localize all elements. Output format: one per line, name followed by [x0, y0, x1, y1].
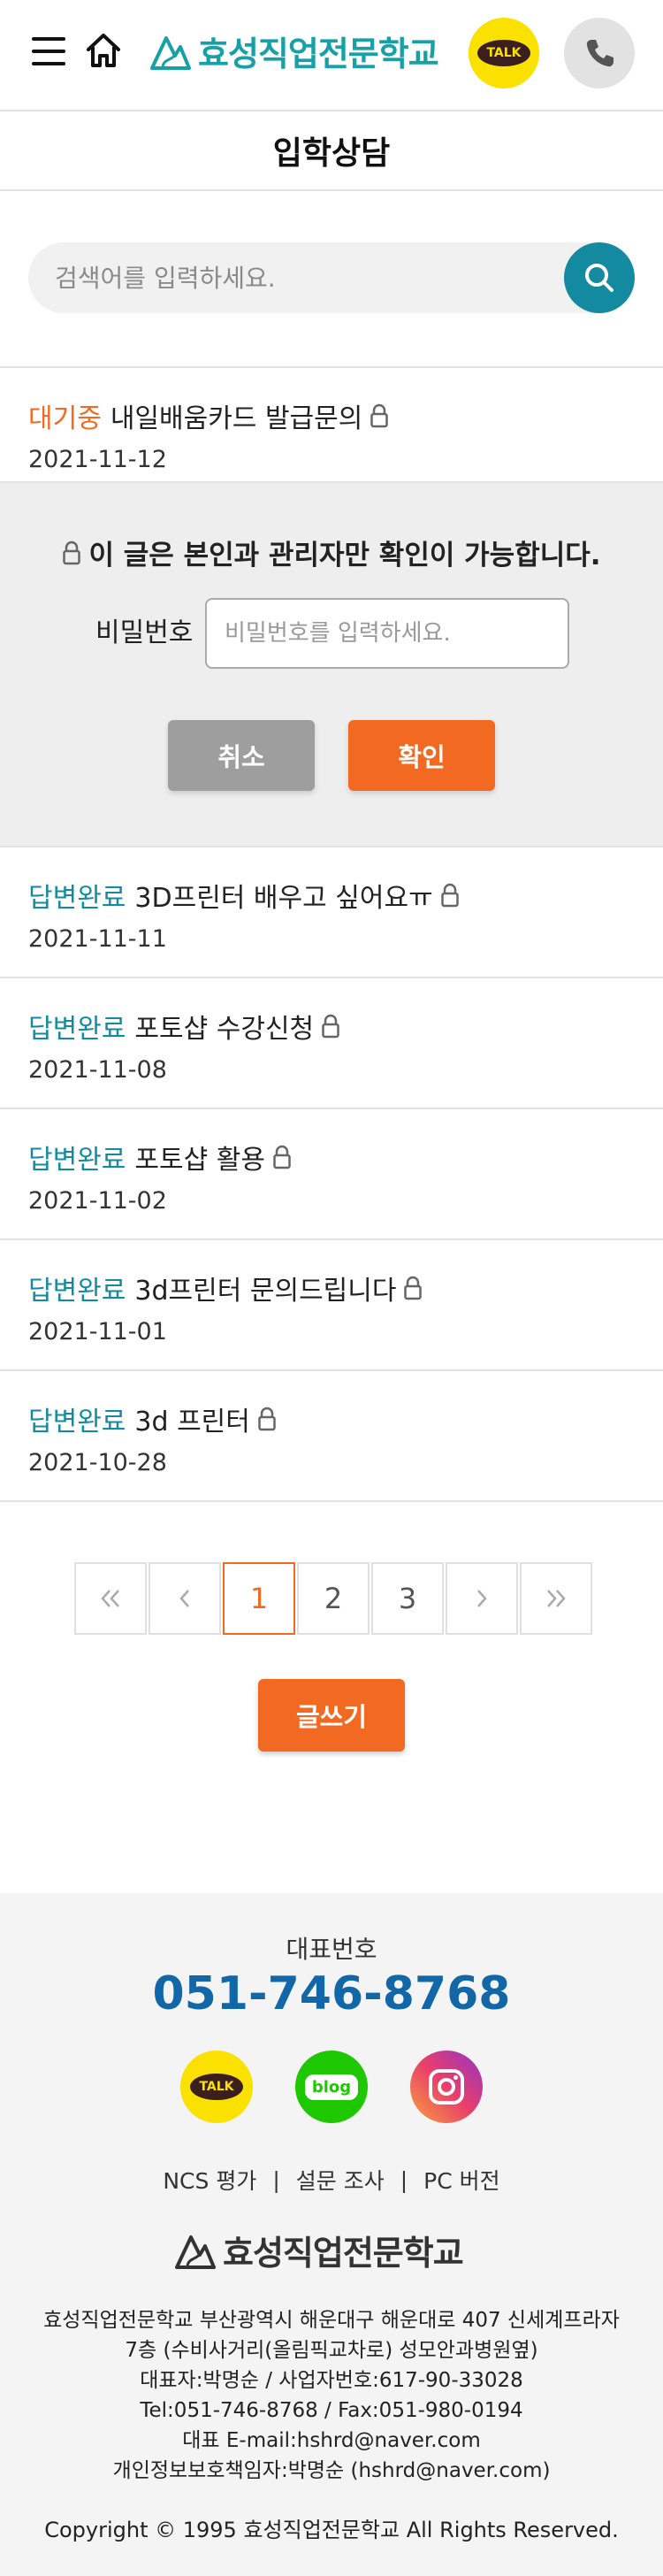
rep-phone-number[interactable]: 051-746-8768	[0, 1967, 663, 2020]
post-title[interactable]: 포토샵 수강신청	[134, 1007, 314, 1046]
footer-link-separator: |	[400, 2166, 408, 2193]
page-2-button[interactable]: 2	[297, 1562, 370, 1635]
password-input[interactable]	[205, 598, 569, 669]
post-status-badge: 답변완료	[28, 1276, 126, 1307]
post-status-badge: 답변완료	[28, 883, 126, 914]
list-item[interactable]: 답변완료 3d프린터 문의드립니다 2021-11-01	[0, 1240, 663, 1371]
logo-text: 효성직업전문학교	[198, 34, 439, 73]
phone-icon	[586, 40, 613, 67]
double-chevron-left-icon	[101, 1590, 119, 1607]
copyright: Copyright © 1995 효성직업전문학교 All Rights Res…	[44, 2518, 619, 2542]
cancel-button[interactable]: 취소	[168, 720, 315, 791]
footer-link-separator: |	[272, 2166, 280, 2193]
blog-icon: blog	[304, 2074, 359, 2100]
post-title[interactable]: 포토샵 활용	[134, 1138, 265, 1177]
logo-mark-icon	[150, 35, 191, 70]
post-status-badge: 답변완료	[28, 1014, 126, 1045]
lock-icon	[440, 883, 459, 908]
survey-link[interactable]: 설문 조사	[296, 2164, 385, 2196]
instagram-sns-button[interactable]	[410, 2051, 483, 2123]
company-info-line: Tel:051-746-8768 / Fax:051-980-0194	[140, 2399, 523, 2422]
password-panel: 이 글은 본인과 관리자만 확인이 가능합니다. 비밀번호 취소 확인	[0, 483, 663, 847]
post-title[interactable]: 3D프린터 배우고 싶어요ㅠ	[134, 876, 432, 915]
kakao-talk-icon: TALK	[477, 40, 530, 66]
company-info-line: 대표 E-mail:hshrd@naver.com	[182, 2429, 481, 2452]
rep-number-label: 대표번호	[286, 1935, 377, 1964]
pc-version-link[interactable]: PC 버전	[423, 2164, 499, 2196]
footer-logo: 효성직업전문학교	[173, 2226, 464, 2274]
footer-logo-text: 효성직업전문학교	[223, 2234, 464, 2273]
post-status-badge: 대기중	[28, 403, 102, 434]
password-notice-text: 이 글은 본인과 관리자만 확인이 가능합니다.	[88, 540, 601, 571]
post-date: 2021-11-12	[28, 446, 167, 473]
post-title[interactable]: 3d 프린터	[134, 1399, 249, 1438]
list-item[interactable]: 답변완료 포토샵 수강신청 2021-11-08	[0, 978, 663, 1109]
phone-call-button[interactable]	[564, 18, 635, 88]
password-label: 비밀번호	[95, 617, 194, 648]
page-1-button[interactable]: 1	[223, 1562, 295, 1635]
search-input[interactable]	[55, 242, 550, 313]
lock-icon	[63, 540, 81, 564]
kakao-talk-sns-button[interactable]: TALK	[180, 2051, 253, 2123]
post-status-badge: 답변완료	[28, 1145, 126, 1176]
home-icon[interactable]	[85, 32, 122, 69]
lock-icon	[370, 403, 389, 428]
footer-links: NCS 평가 | 설문 조사 | PC 버전	[0, 2164, 663, 2196]
site-header: 효성직업전문학교 TALK	[0, 0, 663, 111]
company-info-line: 개인정보보호책임자:박명순 (hshrd@naver.com)	[112, 2459, 551, 2482]
confirm-button[interactable]: 확인	[348, 720, 495, 791]
write-button[interactable]: 글쓰기	[258, 1679, 405, 1752]
list-item[interactable]: 대기중 내일배움카드 발급문의 2021-11-12	[0, 368, 663, 483]
post-status-badge: 답변완료	[28, 1407, 126, 1438]
logo-mark-icon	[175, 2235, 216, 2269]
company-info-line: 7층 (수비사거리(올림픽교차로) 성모안과병원옆)	[125, 2339, 538, 2362]
page-3-button[interactable]: 3	[371, 1562, 444, 1635]
page-title-bar: 입학상담	[0, 111, 663, 191]
next-page-button[interactable]	[446, 1562, 518, 1635]
chevron-left-icon	[179, 1590, 189, 1607]
chevron-right-icon	[477, 1590, 487, 1607]
search-button[interactable]	[564, 242, 635, 313]
last-page-button[interactable]	[520, 1562, 592, 1635]
search-icon	[585, 264, 613, 292]
ncs-evaluation-link[interactable]: NCS 평가	[163, 2164, 256, 2196]
password-notice: 이 글은 본인과 관리자만 확인이 가능합니다.	[0, 533, 663, 572]
site-logo[interactable]: 효성직업전문학교	[149, 27, 439, 75]
page-title: 입학상담	[272, 135, 391, 172]
double-chevron-right-icon	[547, 1590, 566, 1607]
lock-icon	[322, 1014, 339, 1039]
company-info: 효성직업전문학교 부산광역시 해운대구 해운대로 407 신세계프라자 7층 (…	[0, 2305, 663, 2486]
lock-icon	[273, 1145, 291, 1169]
list-item[interactable]: 답변완료 3d 프린터 2021-10-28	[0, 1371, 663, 1502]
kakao-talk-button[interactable]: TALK	[469, 18, 539, 88]
kakao-talk-icon: TALK	[190, 2074, 243, 2100]
post-title[interactable]: 3d프린터 문의드립니다	[134, 1269, 396, 1307]
instagram-icon	[429, 2069, 464, 2104]
site-footer: 대표번호 051-746-8768 TALK blog NCS 평가 | 설문 …	[0, 1893, 663, 2576]
post-title[interactable]: 내일배움카드 발급문의	[110, 396, 363, 435]
company-info-line: 효성직업전문학교 부산광역시 해운대구 해운대로 407 신세계프라자	[43, 2309, 620, 2332]
prev-page-button[interactable]	[149, 1562, 221, 1635]
search-box	[28, 242, 635, 313]
post-date: 2021-11-02	[28, 1187, 167, 1215]
list-item[interactable]: 답변완료 3D프린터 배우고 싶어요ㅠ 2021-11-11	[0, 847, 663, 978]
post-date: 2021-10-28	[28, 1449, 167, 1476]
pagination: 1 2 3 글쓰기	[0, 1502, 663, 1767]
first-page-button[interactable]	[74, 1562, 147, 1635]
lock-icon	[404, 1276, 423, 1300]
list-item[interactable]: 답변완료 포토샵 활용 2021-11-02	[0, 1109, 663, 1240]
post-date: 2021-11-01	[28, 1318, 167, 1346]
company-info-line: 대표자:박명순 / 사업자번호:617-90-33028	[140, 2369, 523, 2392]
naver-blog-sns-button[interactable]: blog	[295, 2051, 368, 2123]
lock-icon	[258, 1407, 276, 1431]
post-date: 2021-11-08	[28, 1056, 167, 1084]
post-date: 2021-11-11	[28, 925, 167, 953]
search-area	[0, 191, 663, 368]
hamburger-menu-icon[interactable]	[32, 37, 65, 65]
